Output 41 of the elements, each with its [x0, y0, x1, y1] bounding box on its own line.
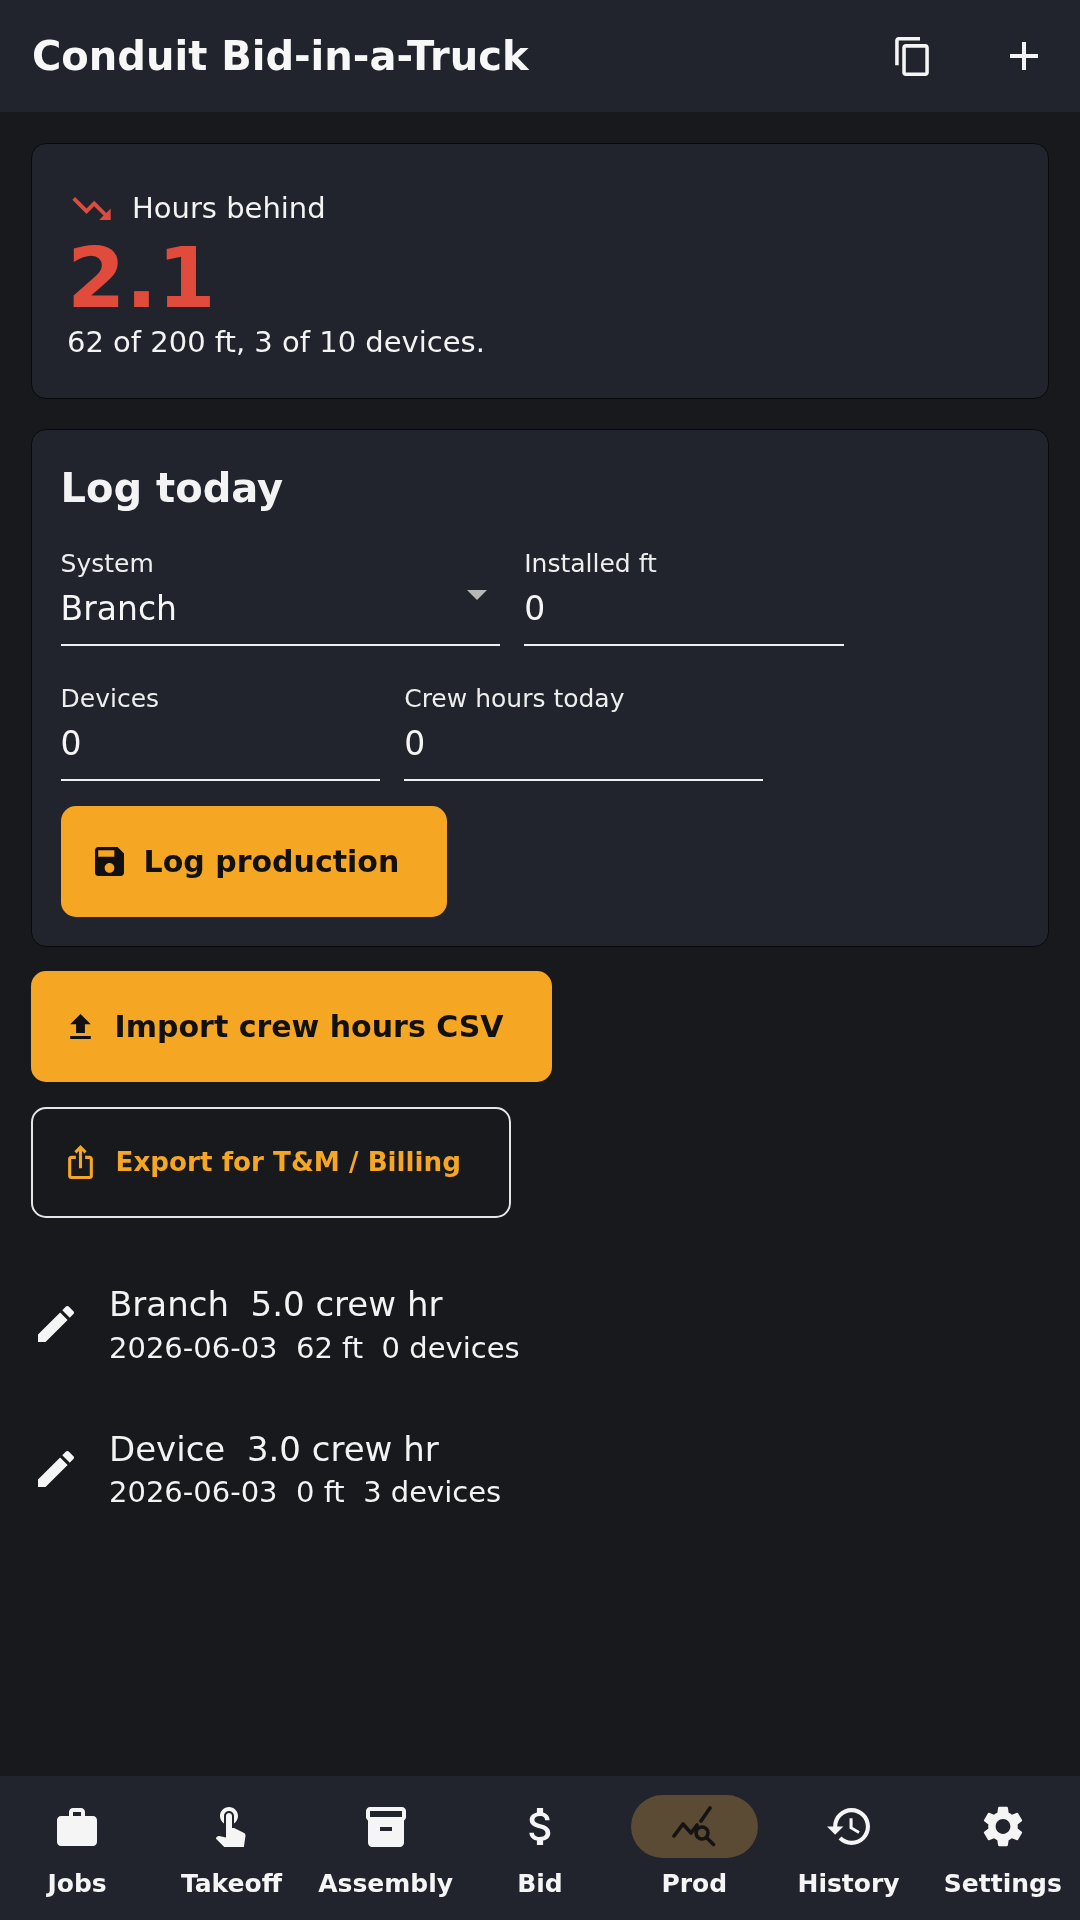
entry-details: 2026-06-03 62 ft 0 devices [109, 1329, 520, 1366]
entry-title: Branch 5.0 crew hr [109, 1282, 443, 1325]
pencil-icon[interactable] [38, 1306, 74, 1343]
text-field[interactable]: 0 [60, 723, 380, 782]
nav-tab[interactable]: Jobs [0, 1776, 155, 1920]
nav-tab[interactable]: Bid [462, 1776, 618, 1920]
nav-tab[interactable]: History [771, 1776, 926, 1920]
caret-icon [466, 589, 487, 600]
entry-details: 2026-06-03 0 ft 3 devices [109, 1474, 502, 1511]
app-title: Conduit Bid-in-a-Truck [32, 32, 529, 80]
nav-tab[interactable]: Settings [925, 1776, 1080, 1920]
nav-tab[interactable]: Prod [617, 1776, 772, 1920]
text-field[interactable]: 0 [524, 588, 845, 647]
briefcase-icon [57, 1807, 98, 1846]
field-label: Crew hours today [404, 684, 625, 715]
log-button[interactable]: Log production [60, 806, 448, 918]
dropdown-field[interactable]: Branch [60, 588, 500, 647]
card-title: Log today [60, 464, 284, 512]
pointing-hand-icon [216, 1806, 247, 1847]
export-button[interactable]: Export for T&M / Billing [31, 1106, 511, 1218]
trending-down-icon [72, 196, 111, 220]
archive-box-icon [365, 1806, 406, 1847]
progress-summary: 62 of 200 ft, 3 of 10 devices. [67, 324, 485, 361]
import-button[interactable]: Import crew hours CSV [31, 971, 552, 1083]
field-label: System [60, 549, 154, 579]
add-icon[interactable] [1010, 42, 1038, 70]
entry-title: Device 3.0 crew hr [109, 1427, 439, 1470]
nav-tab[interactable]: Assembly [308, 1776, 463, 1920]
text-field[interactable]: 0 [404, 723, 764, 782]
status-label: Hours behind [132, 190, 326, 227]
settings-icon [982, 1806, 1023, 1847]
nav-tab[interactable]: Takeoff [154, 1776, 309, 1920]
metric-value: 2.1 [67, 234, 216, 322]
pencil-icon[interactable] [38, 1450, 74, 1487]
copy-icon[interactable] [895, 36, 929, 76]
share-icon [67, 1145, 93, 1180]
dollar-sign-icon [529, 1808, 551, 1845]
upload-icon [69, 1014, 91, 1040]
field-label: Installed ft [524, 549, 657, 579]
field-label: Devices [60, 684, 160, 715]
history-icon [827, 1808, 871, 1845]
